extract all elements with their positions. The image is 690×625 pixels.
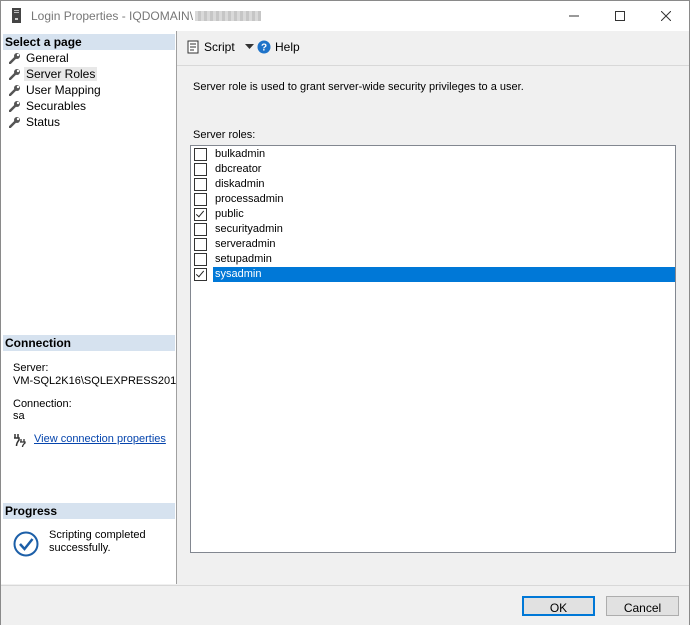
role-row-bulkadmin[interactable]: bulkadmin	[192, 147, 675, 162]
minimize-icon	[569, 15, 579, 17]
role-row-securityadmin[interactable]: securityadmin	[192, 222, 675, 237]
redacted-username	[195, 11, 262, 21]
server-roles-list[interactable]: bulkadmin dbcreator diskadmin processadm…	[190, 145, 676, 553]
server-icon	[12, 8, 21, 23]
server-label: Server:	[13, 362, 49, 374]
wrench-icon	[9, 53, 20, 64]
server-role-description: Server role is used to grant server-wide…	[193, 81, 524, 93]
role-row-dbcreator[interactable]: dbcreator	[192, 162, 675, 177]
wrench-icon	[9, 101, 20, 112]
role-name: setupadmin	[215, 253, 272, 265]
maximize-icon	[615, 11, 625, 21]
connection-label: Connection:	[13, 398, 72, 410]
role-row-public[interactable]: public	[192, 207, 675, 222]
left-panel: Select a page General Server Roles User …	[1, 31, 177, 584]
script-icon	[187, 40, 199, 54]
help-button[interactable]: ? Help	[257, 40, 300, 54]
script-label: Script	[204, 40, 235, 54]
role-checkbox[interactable]	[194, 268, 207, 281]
page-item-label: General	[26, 51, 69, 65]
role-row-serveradmin[interactable]: serveradmin	[192, 237, 675, 252]
page-item-label: Server Roles	[24, 67, 98, 81]
maximize-button[interactable]	[597, 1, 643, 31]
chevron-down-icon[interactable]	[244, 44, 254, 50]
help-label: Help	[275, 40, 300, 54]
wrench-icon	[9, 69, 20, 80]
role-checkbox[interactable]	[194, 163, 207, 176]
page-item-server-roles[interactable]: Server Roles	[9, 66, 98, 82]
main-content: Server role is used to grant server-wide…	[177, 66, 689, 584]
server-value: VM-SQL2K16\SQLEXPRESS2016	[13, 375, 176, 387]
role-row-setupadmin[interactable]: setupadmin	[192, 252, 675, 267]
role-row-diskadmin[interactable]: diskadmin	[192, 177, 675, 192]
role-checkbox[interactable]	[194, 148, 207, 161]
connection-properties-icon	[14, 434, 26, 447]
help-icon: ?	[257, 40, 271, 54]
page-item-label: User Mapping	[26, 83, 101, 97]
role-name: sysadmin	[213, 267, 675, 282]
close-icon	[661, 11, 671, 21]
role-name: bulkadmin	[215, 148, 266, 160]
script-button[interactable]: Script	[186, 40, 254, 54]
page-item-user-mapping[interactable]: User Mapping	[9, 82, 101, 98]
progress-complete-icon	[13, 531, 39, 557]
close-button[interactable]	[643, 1, 689, 31]
wrench-icon	[9, 117, 20, 128]
role-name: public	[215, 208, 244, 220]
page-item-securables[interactable]: Securables	[9, 98, 86, 114]
page-item-label: Securables	[26, 99, 87, 113]
progress-status-line2: successfully.	[49, 542, 111, 554]
connection-value: sa	[13, 410, 25, 422]
role-name: diskadmin	[215, 178, 265, 190]
progress-status-line1: Scripting completed	[49, 529, 146, 541]
role-name: securityadmin	[215, 223, 283, 235]
minimize-button[interactable]	[551, 1, 597, 31]
server-roles-label: Server roles:	[193, 129, 256, 141]
select-page-header: Select a page	[3, 34, 175, 50]
window-title: Login Properties - IQDOMAIN\	[31, 9, 262, 23]
role-row-processadmin[interactable]: processadmin	[192, 192, 675, 207]
toolbar: Script ? Help	[177, 31, 689, 66]
role-checkbox[interactable]	[194, 253, 207, 266]
role-checkbox[interactable]	[194, 223, 207, 236]
title-bar: Login Properties - IQDOMAIN\	[1, 1, 689, 31]
page-item-status[interactable]: Status	[9, 114, 60, 130]
role-name: processadmin	[215, 193, 284, 205]
role-checkbox[interactable]	[194, 208, 207, 221]
view-connection-properties-link[interactable]: View connection properties	[34, 433, 166, 445]
login-properties-window: Login Properties - IQDOMAIN\ Select a pa…	[0, 0, 690, 625]
dialog-button-bar: OK Cancel	[1, 585, 689, 625]
connection-header: Connection	[3, 335, 175, 351]
page-item-label: Status	[26, 115, 61, 129]
role-name: dbcreator	[215, 163, 262, 175]
cancel-button[interactable]: Cancel	[606, 596, 679, 616]
role-name: serveradmin	[215, 238, 276, 250]
role-checkbox[interactable]	[194, 238, 207, 251]
page-item-general[interactable]: General	[9, 50, 69, 66]
wrench-icon	[9, 85, 20, 96]
role-checkbox[interactable]	[194, 178, 207, 191]
progress-header: Progress	[3, 503, 175, 519]
role-checkbox[interactable]	[194, 193, 207, 206]
svg-text:?: ?	[261, 43, 267, 54]
role-row-sysadmin[interactable]: sysadmin	[192, 267, 675, 282]
ok-button[interactable]: OK	[522, 596, 595, 616]
